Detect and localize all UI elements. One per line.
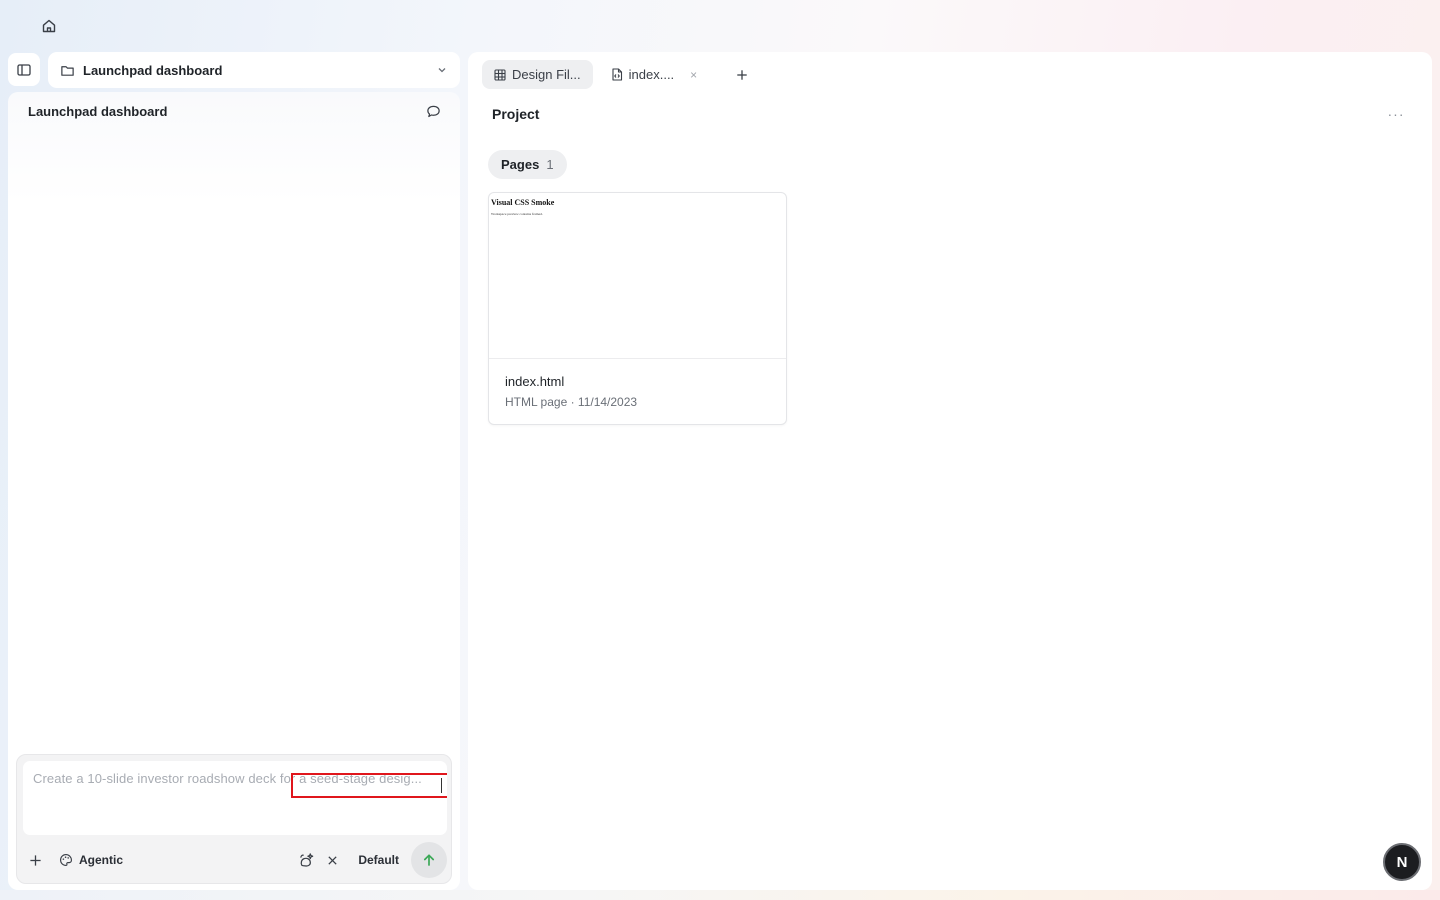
composer: Create a 10-slide investor roadshow deck… xyxy=(16,754,452,884)
tab-bar: Design Fil... index.... × xyxy=(482,60,753,89)
highlight-box xyxy=(291,773,447,798)
tab-index-html[interactable]: index.... × xyxy=(599,60,710,89)
composer-toolbar: Agentic Default xyxy=(23,842,447,878)
background-strip xyxy=(0,890,1440,900)
send-button[interactable] xyxy=(411,842,447,878)
left-panel: Launchpad dashboard Create a 10-slide in… xyxy=(8,92,460,890)
clear-button[interactable] xyxy=(320,848,344,872)
palette-icon xyxy=(60,854,72,866)
pages-chip-count: 1 xyxy=(546,157,554,172)
tab-close-button[interactable]: × xyxy=(690,68,697,82)
pages-chip-label: Pages xyxy=(501,157,540,172)
magic-tool-button[interactable] xyxy=(294,848,318,872)
plus-icon xyxy=(737,69,747,80)
page-title: Project xyxy=(492,106,540,122)
home-button[interactable] xyxy=(36,13,62,39)
project-selector-label: Launchpad dashboard xyxy=(83,62,223,78)
pages-filter-chip[interactable]: Pages 1 xyxy=(488,150,567,179)
file-code-icon xyxy=(612,68,622,81)
plus-icon xyxy=(29,854,41,866)
arrow-up-icon xyxy=(423,854,435,866)
magic-tool-icon xyxy=(300,852,314,867)
conversation-item[interactable]: Launchpad dashboard xyxy=(8,92,460,130)
main-panel: Design Fil... index.... × Project ··· Pa… xyxy=(468,52,1432,890)
more-options-button[interactable]: ··· xyxy=(1384,104,1408,124)
thumbnail-subtitle: Workspace preview contains framed. xyxy=(491,212,543,216)
folder-icon xyxy=(61,65,74,76)
thumbnail-title: Visual CSS Smoke xyxy=(491,198,555,207)
comment-icon xyxy=(426,105,440,117)
tab-label: Design Fil... xyxy=(512,67,581,82)
tab-label: index.... xyxy=(628,67,675,82)
comment-button[interactable] xyxy=(424,102,442,120)
add-attachment-button[interactable] xyxy=(23,848,47,872)
project-selector[interactable]: Launchpad dashboard xyxy=(48,52,460,88)
mode-selector[interactable]: Agentic xyxy=(59,853,123,867)
add-tab-button[interactable] xyxy=(731,64,753,86)
sidebar-toggle-button[interactable] xyxy=(8,53,40,86)
file-thumbnail: Visual CSS Smoke Workspace preview conta… xyxy=(489,193,786,359)
file-meta: HTML page · 11/14/2023 xyxy=(505,395,638,409)
avatar[interactable]: N xyxy=(1383,843,1421,881)
file-card[interactable]: Visual CSS Smoke Workspace preview conta… xyxy=(488,192,787,425)
tab-design-files[interactable]: Design Fil... xyxy=(482,60,593,89)
file-name: index.html xyxy=(505,374,565,389)
conversation-title: Launchpad dashboard xyxy=(28,103,168,119)
prompt-input[interactable]: Create a 10-slide investor roadshow deck… xyxy=(23,761,447,835)
home-icon xyxy=(42,19,56,33)
text-caret xyxy=(441,778,442,793)
chevron-down-icon xyxy=(438,68,446,73)
model-selector[interactable]: Default xyxy=(358,853,399,867)
grid-icon xyxy=(494,68,506,81)
file-info: index.html HTML page · 11/14/2023 xyxy=(505,374,637,409)
close-icon xyxy=(328,855,337,865)
mode-label: Agentic xyxy=(79,853,124,867)
sidebar-toggle-icon xyxy=(17,63,31,76)
